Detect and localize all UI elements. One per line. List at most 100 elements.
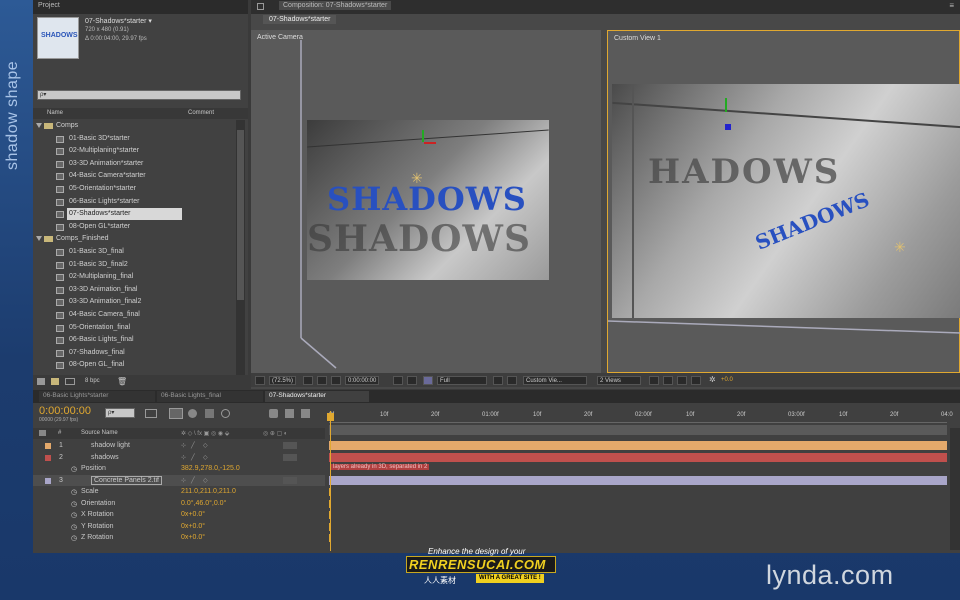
property-value[interactable]: 0x+0.0° (181, 523, 205, 530)
stopwatch-icon[interactable]: ◷ (71, 465, 77, 473)
region-of-interest-icon[interactable] (493, 376, 503, 385)
name-column-header[interactable]: Name (47, 110, 63, 116)
view-layout-select[interactable]: 2 Views (597, 376, 641, 385)
exposure-value[interactable]: +0.0 (721, 377, 733, 383)
new-comp-icon[interactable] (65, 378, 75, 385)
layer-track[interactable] (329, 486, 947, 498)
project-comp-item[interactable]: 07-Shadows*starter (33, 208, 233, 221)
project-folder[interactable]: Comps (33, 120, 233, 133)
layer-track[interactable] (329, 532, 947, 544)
timeline-layer-row[interactable]: 2 shadows ⊹ ╱ ◇ (33, 452, 325, 464)
motion-blur-icon[interactable] (221, 409, 230, 418)
work-area-bar[interactable] (329, 425, 947, 435)
mask-visibility-icon[interactable] (331, 376, 341, 385)
stopwatch-icon[interactable]: ◷ (71, 534, 77, 542)
av-features-icon[interactable] (39, 430, 46, 436)
bpc-label[interactable]: 8 bpc (85, 378, 100, 384)
project-comp-item[interactable]: 02-Multiplaning_final (33, 271, 233, 284)
timeline-tab[interactable]: 07-Shadows*starter (265, 391, 369, 402)
comp-flowchart-icon[interactable] (691, 376, 701, 385)
label-color-swatch[interactable] (45, 443, 51, 449)
grid-icon[interactable] (317, 376, 327, 385)
layer-track[interactable] (329, 440, 947, 452)
project-comp-item[interactable]: 03-3D Animation_final2 (33, 296, 233, 309)
property-value[interactable]: 0x+0.0° (181, 534, 205, 541)
exposure-icon[interactable]: ✲ (709, 375, 716, 384)
project-comp-item[interactable]: 05-Orientation*starter (33, 183, 233, 196)
stopwatch-icon[interactable]: ◷ (71, 523, 77, 531)
interpret-footage-icon[interactable] (37, 378, 45, 385)
property-value[interactable]: 211.0,211.0,211.0 (181, 488, 236, 495)
timeline-layer-row[interactable]: 1 shadow light ⊹ ╱ ◇ (33, 440, 325, 452)
timeline-search-input[interactable]: ρ▾ (105, 408, 135, 418)
x-axis-gizmo[interactable] (424, 142, 436, 144)
project-comp-item[interactable]: 07-Shadows_final (33, 347, 233, 360)
custom-view-1[interactable]: Custom View 1 HADOWS SHADOWS ✳ (607, 30, 960, 373)
y-axis-gizmo[interactable] (422, 130, 424, 142)
layer-track[interactable] (329, 509, 947, 521)
composition-tab[interactable]: Composition: 07-Shadows*starter (279, 1, 392, 10)
layer-switches[interactable]: ⊹ ╱ ◇ (181, 442, 208, 449)
snapshot-icon[interactable] (393, 376, 403, 385)
timeline-tab[interactable]: 06-Basic Lights*starter (39, 391, 155, 402)
project-comp-item[interactable]: 01-Basic 3D_final2 (33, 259, 233, 272)
project-comp-item[interactable]: 08-Open GL_final (33, 359, 233, 372)
project-comp-item[interactable]: 06-Basic Lights_final (33, 334, 233, 347)
project-comp-item[interactable]: 06-Basic Lights*starter (33, 196, 233, 209)
show-channel-icon[interactable] (407, 376, 417, 385)
stopwatch-icon[interactable]: ◷ (71, 488, 77, 496)
property-row[interactable]: ◷ X Rotation 0x+0.0° (33, 509, 325, 521)
twirl-down-icon[interactable] (36, 123, 42, 128)
timeline-scrollbar[interactable] (950, 428, 960, 550)
active-camera-view[interactable]: Active Camera SHADOWS SHADOWS ✳ (251, 30, 601, 373)
3d-view-select[interactable]: Custom Vie... (523, 376, 587, 385)
property-value[interactable]: 0.0°,46.0°,0.0° (181, 500, 226, 507)
project-scrollbar[interactable] (236, 120, 245, 375)
property-row[interactable]: ◷ Orientation 0.0°,46.0°,0.0° (33, 498, 325, 510)
layer-switches[interactable]: ⊹ ╱ ◇ (181, 454, 208, 461)
parent-select[interactable] (283, 442, 297, 449)
timeline-layer-row[interactable]: 3 Concrete Panels 2.tif ⊹ ╱ ◇ (33, 474, 325, 486)
layer-track[interactable]: layers already in 3D, separated in 2 (329, 463, 947, 475)
color-channels-icon[interactable] (423, 376, 433, 385)
scrollbar-thumb[interactable] (237, 130, 244, 300)
draft-3d-icon[interactable] (169, 408, 183, 419)
property-row[interactable]: ◷ Scale 211.0,211.0,211.0 (33, 486, 325, 498)
project-panel-tab[interactable]: Project (33, 0, 248, 14)
fast-previews-icon[interactable] (663, 376, 673, 385)
project-comp-item[interactable]: 04-Basic Camera*starter (33, 170, 233, 183)
project-comp-item[interactable]: 01-Basic 3D*starter (33, 133, 233, 146)
zoom-select[interactable]: (72.5%) (269, 376, 297, 385)
time-ruler[interactable]: 0f10f20f01:00f10f20f02:00f10f20f03:00f10… (329, 411, 953, 423)
playhead[interactable] (330, 411, 331, 551)
label-color-swatch[interactable] (45, 454, 51, 461)
current-time-display[interactable]: 0:00:00:00 (345, 376, 380, 385)
comp-name[interactable]: 07-Shadows*starter ▾ (85, 17, 152, 25)
trash-icon[interactable]: 🗑 (117, 377, 127, 386)
project-comp-item[interactable]: 04-Basic Camera_final (33, 309, 233, 322)
layer-track[interactable] (329, 498, 947, 510)
project-comp-item[interactable]: 08-Open GL*starter (33, 221, 233, 234)
always-preview-icon[interactable] (255, 376, 265, 385)
toggle-pixel-aspect-icon[interactable] (649, 376, 659, 385)
source-name-header[interactable]: Source Name (81, 430, 118, 436)
graph-editor-icon[interactable] (301, 409, 310, 418)
property-value[interactable]: 0x+0.0° (181, 511, 205, 518)
layer-track[interactable] (329, 475, 947, 487)
timeline-current-time[interactable]: 0:00:00:00 (39, 405, 91, 417)
brainstorm-icon[interactable] (269, 409, 278, 418)
timeline-tab[interactable]: 06-Basic Lights_final (157, 391, 263, 402)
lock-icon[interactable] (257, 3, 264, 10)
stopwatch-icon[interactable]: ◷ (71, 500, 77, 508)
resolution-select[interactable]: Full (437, 376, 487, 385)
property-row[interactable]: ◷ Position 382.9,278.0,-125.0 (33, 463, 325, 475)
transparency-grid-icon[interactable] (507, 376, 517, 385)
layer-switches[interactable]: ⊹ ╱ ◇ (181, 477, 208, 484)
project-comp-item[interactable]: 03-3D Animation_final (33, 284, 233, 297)
project-folder[interactable]: Comps_Finished (33, 233, 233, 246)
parent-select[interactable] (283, 476, 297, 484)
playhead-handle[interactable] (327, 413, 334, 421)
property-row[interactable]: ◷ Z Rotation 0x+0.0° (33, 532, 325, 544)
comment-column-header[interactable]: Comment (188, 110, 214, 116)
project-comp-item[interactable]: 03-3D Animation*starter (33, 158, 233, 171)
